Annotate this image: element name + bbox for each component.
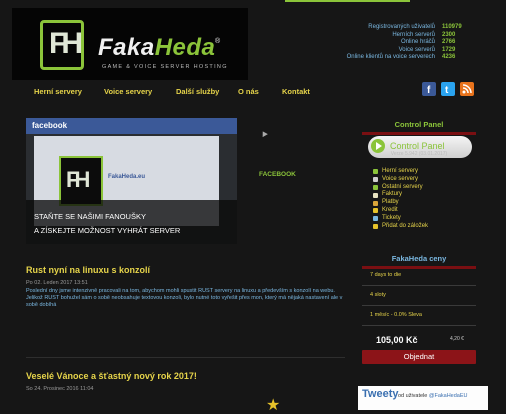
headset-icon <box>373 177 378 183</box>
divider <box>362 305 476 306</box>
credit-icon <box>373 208 378 214</box>
slider-caption-line1: STAŇTE SE NAŠIMI FANOUŠKY <box>34 212 146 221</box>
menu-item-platby[interactable]: Platby <box>373 199 428 207</box>
nav-dalsi-sluzby[interactable]: Další služby <box>176 87 219 96</box>
facebook-page-link: FakaHeda.eu <box>108 174 146 180</box>
divider <box>362 285 476 286</box>
tweets-widget: Tweety od uživatele @FakaHedaEU <box>358 386 488 410</box>
logo-mark-icon: FH <box>40 20 84 70</box>
payment-icon <box>373 200 378 206</box>
tweets-handle-link[interactable]: @FakaHedaEU <box>429 393 468 399</box>
news-divider <box>26 357 345 358</box>
tweets-from: od uživatele @FakaHedaEU <box>398 393 468 399</box>
fakaheda-thumbnail: FH <box>59 156 103 206</box>
nav-kontakt[interactable]: Kontakt <box>282 87 310 96</box>
news-title[interactable]: Rust nyní na linuxu s konzolí <box>26 265 150 275</box>
price-slots: 4 sloty <box>370 292 386 298</box>
news-date: So 24. Prosinec 2016 11:04 <box>26 386 94 392</box>
news-title[interactable]: Veselé Vánoce a šťastný nový rok 2017! <box>26 371 197 381</box>
stat-row: Online hráčů 2766 <box>400 39 456 46</box>
svg-text:t: t <box>445 85 449 96</box>
menu-item-pridat-do-zalozek[interactable]: Přidat do záložek <box>373 223 428 231</box>
prices-heading: FakaHeda ceny <box>362 254 476 269</box>
price-period: 1 měsíc - 0.0% Sleva <box>370 312 422 318</box>
bookmark-icon <box>373 223 378 229</box>
menu-item-ostatni-servery[interactable]: Ostatní servery <box>373 184 428 192</box>
top-accent-line <box>285 0 410 2</box>
version-text: Verze 5.942 (03.01.2017) <box>390 151 448 157</box>
control-panel-menu: Herní servery Voice servery Ostatní serv… <box>373 168 428 230</box>
control-panel-heading: Control Panel <box>362 120 476 135</box>
order-button[interactable]: Objednat <box>362 350 476 364</box>
slider-caption-line2: A ZÍSKEJTE MOŽNOST VYHRÁT SERVER <box>34 226 181 235</box>
nav-herni-servery[interactable]: Herní servery <box>34 87 82 96</box>
price-eur: 4,20 € <box>450 336 464 342</box>
star-icon: ★ <box>266 397 281 414</box>
rss-icon[interactable] <box>460 82 474 96</box>
promo-slider[interactable]: facebook FH FakaHeda.eu STAŇTE SE NAŠIMI… <box>26 118 237 244</box>
price-game: 7 days to die <box>370 272 402 278</box>
stat-row: Online klientů na voice serverech 4236 <box>346 54 456 61</box>
site-logo[interactable]: FH FakaHeda ® GAME & VOICE SERVER HOSTIN… <box>12 8 248 80</box>
price-amount: 105,00 Kč <box>376 335 418 345</box>
menu-item-tickety[interactable]: Tickety <box>373 215 428 223</box>
news-date: Po 02. Leden 2017 13:51 <box>26 280 88 286</box>
logo-tagline: GAME & VOICE SERVER HOSTING <box>102 64 228 70</box>
menu-item-voice-servery[interactable]: Voice servery <box>373 176 428 184</box>
menu-item-faktury[interactable]: Faktury <box>373 191 428 199</box>
menu-item-herni-servery[interactable]: Herní servery <box>373 168 428 176</box>
slider-tab-facebook[interactable]: FACEBOOK <box>259 171 296 178</box>
invoice-icon <box>373 192 378 198</box>
slider-caption-bg <box>26 200 237 244</box>
server-icon <box>373 184 378 190</box>
logo-wordmark: FakaHeda <box>98 34 216 61</box>
menu-item-kredit[interactable]: Kredit <box>373 207 428 215</box>
tweets-title: Tweety <box>362 388 399 400</box>
ticket-icon <box>373 216 378 222</box>
twitter-icon[interactable]: t <box>441 82 455 96</box>
stat-row: Herních serverů 2300 <box>392 31 456 38</box>
stat-row: Registrovaných uživatelů 110979 <box>368 24 462 30</box>
news-body: Poslední dny jsme intenzivně pracovali n… <box>26 288 343 309</box>
nav-voice-servery[interactable]: Voice servery <box>104 87 152 96</box>
mouse-cursor-icon <box>260 129 268 138</box>
divider <box>362 325 476 326</box>
facebook-bar: facebook <box>26 118 237 134</box>
facebook-icon[interactable]: f <box>422 82 436 96</box>
svg-text:f: f <box>427 85 431 96</box>
logo-registered-mark: ® <box>215 38 221 45</box>
server-stats: Registrovaných uživatelů 110979 Herních s… <box>300 24 482 62</box>
nav-o-nas[interactable]: O nás <box>238 87 259 96</box>
gamepad-icon <box>373 169 378 175</box>
